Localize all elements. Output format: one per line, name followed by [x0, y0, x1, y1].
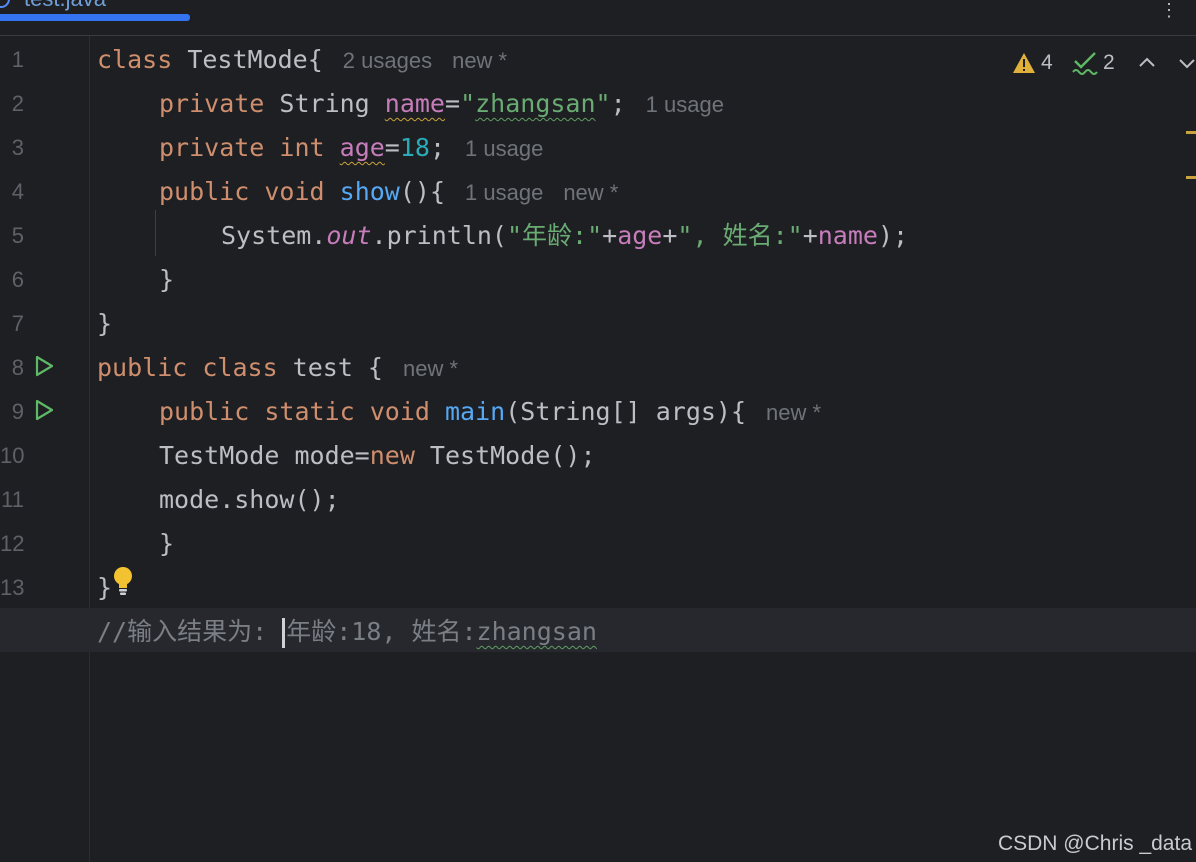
line-number: 4	[11, 179, 24, 204]
run-icon[interactable]	[32, 354, 56, 378]
typos-count: 2	[1103, 51, 1115, 74]
line-number: 2	[11, 91, 24, 116]
code-line-8: public class test { new *	[97, 346, 458, 390]
run-icon[interactable]	[32, 398, 56, 422]
close-icon[interactable]: ×	[148, 0, 159, 7]
type-name: String	[264, 89, 385, 118]
string-literal: ", 姓名:"	[677, 221, 803, 250]
method-name: show	[339, 177, 400, 206]
usages-hint[interactable]: 1 usage	[465, 136, 543, 161]
warnings-count: 4	[1041, 51, 1053, 74]
code-line-9: public static void main(String[] args){ n…	[159, 390, 821, 434]
line-number: 12	[0, 531, 25, 556]
code-line-14: //输入结果为: 年龄:18, 姓名:zhangsan	[97, 610, 597, 654]
field-name: age	[339, 133, 385, 162]
author-hint[interactable]: new *	[563, 180, 618, 205]
inspection-widget[interactable]: 4 2	[1006, 48, 1196, 78]
static-field: out	[326, 221, 372, 250]
comment: zhangsan	[476, 617, 597, 646]
line-number: 1	[11, 47, 24, 72]
field-ref: name	[817, 221, 878, 250]
code-line-6: }	[159, 265, 175, 294]
line-number: 10	[0, 443, 25, 468]
class-name: test {	[277, 353, 383, 382]
editor-tab-bar: test.java × ⋮	[0, 0, 1196, 36]
usages-hint[interactable]: 1 usage	[646, 92, 724, 117]
code-line-3: private int age=18; 1 usage	[159, 126, 543, 170]
more-options-icon[interactable]: ⋮	[1160, 0, 1178, 21]
usages-hint[interactable]: 1 usage	[465, 180, 543, 205]
keyword: public static void	[159, 397, 430, 426]
indent-guide	[155, 210, 156, 256]
code-line-10: TestMode mode=new TestMode();	[159, 441, 596, 470]
line-number: 13	[0, 575, 25, 600]
method-name: main	[445, 397, 506, 426]
comment: 年龄:18, 姓名:	[286, 617, 477, 646]
code-line-13: }	[97, 573, 113, 602]
usages-hint[interactable]: 2 usages	[343, 48, 432, 73]
keyword: private int	[159, 133, 325, 162]
punctuation: (){	[399, 177, 446, 206]
text-caret	[282, 618, 286, 648]
code-line-4: public void show(){ 1 usage new *	[159, 170, 618, 214]
chevron-up-icon[interactable]	[1138, 54, 1156, 72]
line-number: 7	[11, 311, 24, 336]
number-literal: 18	[399, 133, 430, 162]
line-number: 9	[11, 399, 24, 424]
code-line-2: private String name="zhangsan"; 1 usage	[159, 82, 724, 126]
code-line-12: }	[159, 529, 175, 558]
class-name: TestMode{	[172, 45, 323, 74]
string-value: zhangsan	[475, 89, 596, 118]
line-number: 6	[11, 267, 24, 292]
keyword: private	[159, 89, 265, 118]
line-number: 11	[1, 487, 24, 512]
tab-label: test.java	[24, 0, 106, 12]
code-line-7: }	[97, 309, 113, 338]
string-literal: "年龄:"	[506, 221, 603, 250]
code-editor[interactable]: class TestMode{ 2 usages new * private Str…	[0, 36, 1196, 862]
keyword: public void	[159, 177, 325, 206]
chevron-down-icon[interactable]	[1178, 54, 1196, 72]
line-number: 5	[11, 223, 24, 248]
code-line-1: class TestMode{ 2 usages new *	[97, 38, 507, 82]
typo-check-icon	[1072, 52, 1098, 75]
warning-icon	[1013, 53, 1035, 73]
active-tab-indicator	[0, 14, 190, 21]
semicolon: ;	[429, 133, 446, 162]
line-number-gutter: 1 2 3 4 5 6 7 8 9 10 11 12 13 14	[0, 36, 90, 862]
parameters: (String[] args){	[505, 397, 747, 426]
line-number: 8	[11, 355, 24, 380]
watermark: CSDN @Chris _data	[997, 832, 1192, 855]
author-hint[interactable]: new *	[452, 48, 507, 73]
scrollbar-warning-marker[interactable]	[1186, 176, 1196, 179]
string-literal: "zhangsan"	[460, 89, 611, 118]
field-name: name	[384, 89, 445, 118]
scrollbar-warning-marker[interactable]	[1186, 131, 1196, 134]
code-line-11: mode.show();	[159, 485, 340, 514]
code-line-5: System.out.println("年龄:"+age+", 姓名:"+nam…	[221, 221, 909, 250]
line-number: 3	[11, 135, 24, 160]
semicolon: ;	[610, 89, 626, 118]
field-ref: age	[617, 221, 663, 250]
keyword: class	[97, 45, 173, 74]
operator: =	[384, 133, 400, 162]
author-hint[interactable]: new *	[766, 400, 821, 425]
typos-counter[interactable]: 2	[1072, 48, 1115, 78]
operator: =	[445, 89, 461, 118]
warnings-counter[interactable]: 4	[1012, 48, 1053, 78]
author-hint[interactable]: new *	[403, 356, 458, 381]
lightbulb-icon[interactable]	[111, 566, 135, 596]
keyword: public class	[97, 353, 278, 382]
keyword: new	[369, 441, 415, 470]
java-class-icon	[0, 0, 10, 8]
tab-test-java[interactable]: test.java ×	[0, 0, 190, 34]
comment: //输入结果为:	[97, 617, 283, 646]
